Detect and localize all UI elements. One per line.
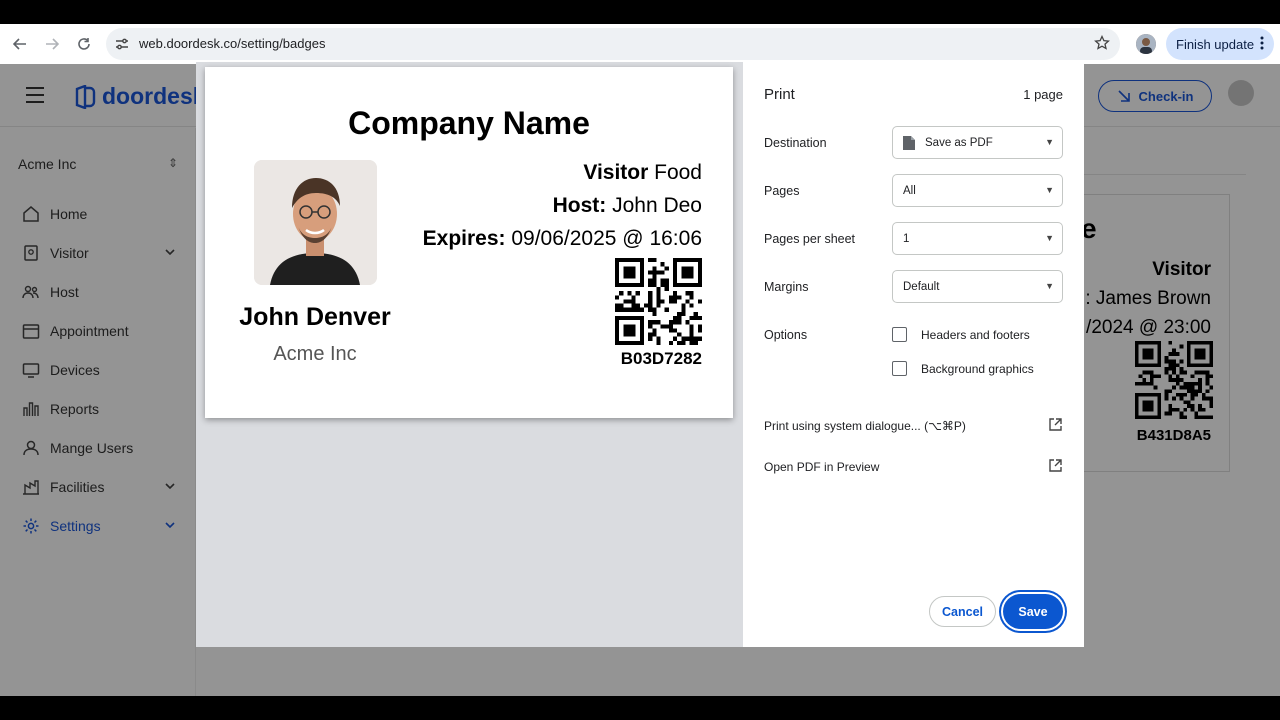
pages-value: All: [903, 184, 916, 197]
print-dialog: Company Name John Denver Acme Inc Visito…: [196, 62, 1084, 647]
dropdown-arrow-icon: ▼: [1045, 185, 1054, 195]
visitor-type-label: Visitor: [583, 161, 649, 184]
save-button[interactable]: Save: [1003, 594, 1063, 629]
print-preview: Company Name John Denver Acme Inc Visito…: [196, 62, 743, 647]
visitor-name: John Denver: [239, 303, 391, 331]
badge-host: Host: John Deo: [553, 194, 702, 218]
pages-per-sheet-select[interactable]: 1 ▼: [892, 222, 1063, 255]
open-pdf-label: Open PDF in Preview: [764, 460, 880, 474]
host-label: Host:: [552, 194, 607, 217]
pages-select[interactable]: All ▼: [892, 174, 1063, 207]
visitor-type-value: Food: [654, 161, 702, 184]
address-bar[interactable]: web.doordesk.co/setting/badges: [106, 28, 1120, 60]
expires-label: Expires:: [422, 227, 506, 250]
dropdown-arrow-icon: ▼: [1045, 233, 1054, 243]
reload-icon[interactable]: [74, 34, 94, 54]
back-arrow-icon[interactable]: [10, 34, 30, 54]
document-icon: [903, 135, 915, 150]
margins-label: Margins: [764, 280, 809, 294]
visitor-photo: [254, 160, 377, 285]
open-external-icon: [1049, 459, 1062, 475]
more-vert-icon[interactable]: [1260, 35, 1264, 54]
headers-footers-option[interactable]: Headers and footers: [892, 327, 1030, 342]
pages-label: Pages: [764, 184, 800, 198]
site-settings-icon[interactable]: [114, 36, 130, 57]
print-title: Print: [764, 86, 795, 103]
background-graphics-option[interactable]: Background graphics: [892, 361, 1034, 376]
expires-value: 09/06/2025 @ 16:06: [511, 227, 702, 250]
destination-select[interactable]: Save as PDF ▼: [892, 126, 1063, 159]
pages-per-sheet-label: Pages per sheet: [764, 232, 856, 246]
visitor-badge: Company Name John Denver Acme Inc Visito…: [205, 67, 733, 418]
destination-value: Save as PDF: [925, 136, 993, 149]
profile-avatar[interactable]: [1136, 34, 1156, 54]
cancel-button[interactable]: Cancel: [929, 596, 996, 627]
system-dialogue-link[interactable]: Print using system dialogue... (⌥⌘P): [764, 418, 1062, 434]
finish-update-button[interactable]: Finish update: [1166, 28, 1274, 60]
badge-company-name: Company Name: [348, 105, 590, 141]
headers-footers-checkbox[interactable]: [892, 327, 907, 342]
finish-update-label: Finish update: [1176, 36, 1255, 52]
print-settings: Print 1 page Destination Save as PDF ▼ P…: [743, 62, 1084, 647]
dropdown-arrow-icon: ▼: [1045, 137, 1054, 147]
background-graphics-checkbox[interactable]: [892, 361, 907, 376]
margins-select[interactable]: Default ▼: [892, 270, 1063, 303]
pages-per-sheet-value: 1: [903, 232, 910, 245]
page-count: 1 page: [1023, 87, 1063, 102]
visitor-company: Acme Inc: [273, 343, 357, 365]
badge-qr-code: [615, 258, 702, 345]
open-pdf-preview-link[interactable]: Open PDF in Preview: [764, 459, 1062, 475]
browser-toolbar: web.doordesk.co/setting/badges Finish up…: [0, 24, 1280, 64]
open-external-icon: [1049, 418, 1062, 434]
badge-expires: Expires: 09/06/2025 @ 16:06: [423, 227, 702, 251]
host-value: John Deo: [612, 194, 702, 217]
url-text: web.doordesk.co/setting/badges: [139, 36, 326, 51]
background-graphics-label: Background graphics: [921, 361, 1034, 376]
margins-value: Default: [903, 280, 940, 293]
badge-code: B03D7282: [620, 349, 702, 368]
system-dialogue-label: Print using system dialogue... (⌥⌘P): [764, 419, 966, 433]
destination-label: Destination: [764, 136, 827, 150]
headers-footers-label: Headers and footers: [921, 327, 1030, 342]
dropdown-arrow-icon: ▼: [1045, 281, 1054, 291]
bookmark-star-icon[interactable]: [1094, 34, 1110, 56]
options-label: Options: [764, 328, 808, 342]
badge-visitor-type: Visitor Food: [583, 161, 702, 185]
screen: web.doordesk.co/setting/badges Finish up…: [0, 24, 1280, 696]
forward-arrow-icon[interactable]: [42, 34, 62, 54]
